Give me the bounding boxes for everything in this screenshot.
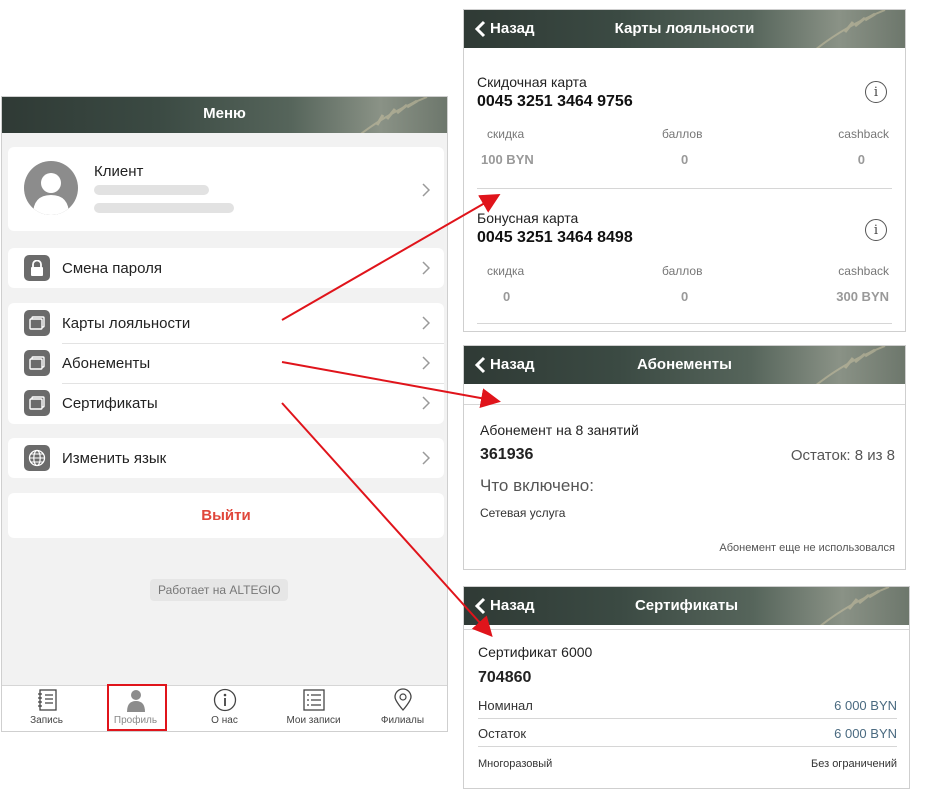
profile-email-blurred — [94, 203, 234, 213]
certificates-label: Сертификаты — [62, 394, 158, 412]
subscription-status: Абонемент еще не использовался — [719, 542, 895, 554]
divider — [477, 323, 892, 324]
subscriptions-screen: Назад Абонементы Абонемент на 8 занятий … — [463, 345, 906, 570]
loyalty-cards-label: Карты лояльности — [62, 314, 191, 332]
loyalty-group: Карты лояльности Абонементы Сертификаты — [8, 303, 444, 424]
info-icon[interactable]: i — [865, 81, 887, 103]
chevron-right-icon — [422, 451, 430, 465]
notebook-icon — [37, 689, 57, 711]
divider — [464, 404, 905, 405]
loyalty-card: Бонусная карта 0045 3251 3464 8498 i ски… — [464, 188, 905, 328]
subscriptions-label: Абонементы — [62, 354, 151, 372]
info-icon — [213, 688, 236, 712]
card-number: 0045 3251 3464 8498 — [477, 229, 633, 246]
profile-phone-blurred — [94, 185, 209, 195]
menu-title: Меню — [203, 105, 246, 122]
change-language-item[interactable]: Изменить язык — [8, 438, 444, 478]
divider — [464, 629, 909, 630]
included-title: Что включено: — [480, 476, 594, 495]
points-label: баллов — [662, 264, 703, 278]
logout-label: Выйти — [201, 507, 251, 524]
points-value: 0 — [681, 152, 689, 167]
tab-my-bookings[interactable]: Мои записи — [269, 686, 358, 731]
user-silhouette-icon — [33, 173, 69, 215]
chevron-right-icon — [422, 396, 430, 410]
discount-value: 100 BYN — [481, 152, 534, 167]
nominal-value: 6 000 BYN — [834, 698, 897, 713]
discount-value: 0 — [503, 289, 511, 304]
chevron-right-icon — [422, 316, 430, 330]
certificate-name: Сертификат 6000 — [478, 644, 593, 660]
certificate-number: 704860 — [478, 669, 532, 686]
certificates-item[interactable]: Сертификаты — [8, 383, 444, 423]
tab-my-bookings-label: Мои записи — [286, 715, 341, 726]
menu-header: Меню — [2, 97, 447, 133]
card-type: Скидочная карта — [477, 74, 587, 90]
certificates-screen: Назад Сертификаты Сертификат 6000 704860… — [463, 586, 910, 789]
loyalty-header: Назад Карты лояльности — [464, 10, 905, 48]
profile-name: Клиент — [94, 163, 144, 180]
bottom-tab-bar: Запись Профиль О нас Мои записи Филиалы — [2, 684, 447, 731]
limit-label: Без ограничений — [811, 758, 897, 770]
points-value: 0 — [681, 289, 689, 304]
tab-branches-label: Филиалы — [380, 715, 425, 726]
reusable-label: Многоразовый — [478, 758, 553, 770]
subscriptions-header: Назад Абонементы — [464, 346, 905, 384]
tab-booking-label: Запись — [30, 715, 63, 726]
discount-label: скидка — [487, 127, 525, 141]
change-language-label: Изменить язык — [62, 449, 167, 467]
balance-value: 6 000 BYN — [834, 726, 897, 741]
change-password-item[interactable]: Смена пароля — [8, 248, 444, 288]
nominal-label: Номинал — [478, 698, 533, 713]
list-icon — [302, 689, 325, 711]
menu-screen: Меню Клиент Смена пароля Карты лояльност… — [1, 96, 448, 732]
certificates-title: Сертификаты — [634, 597, 739, 614]
globe-icon — [24, 445, 50, 471]
subscription-name: Абонемент на 8 занятий — [480, 422, 639, 438]
powered-by-badge: Работает на ALTEGIO — [150, 579, 289, 601]
chevron-right-icon — [422, 356, 430, 370]
lock-icon — [24, 255, 50, 281]
loyalty-card: Скидочная карта 0045 3251 3464 9756 i ск… — [464, 48, 905, 188]
card-icon — [24, 350, 50, 376]
included-service: Сетевая услуга — [480, 506, 566, 520]
subscription-remaining: Остаток: 8 из 8 — [790, 447, 895, 464]
profile-card[interactable]: Клиент — [8, 147, 444, 231]
subscriptions-title: Абонементы — [637, 356, 732, 373]
powered-by-text: Работает на ALTEGIO — [158, 583, 281, 597]
change-password-label: Смена пароля — [62, 259, 162, 277]
cashback-label: cashback — [838, 127, 889, 141]
discount-label: скидка — [487, 264, 525, 278]
card-type: Бонусная карта — [477, 210, 579, 226]
info-icon[interactable]: i — [865, 219, 887, 241]
cashback-value: 0 — [857, 152, 865, 167]
divider — [478, 746, 897, 747]
tab-about[interactable]: О нас — [180, 686, 269, 731]
tab-about-label: О нас — [211, 715, 238, 726]
cashback-value: 300 BYN — [836, 289, 889, 304]
loyalty-title: Карты лояльности — [614, 20, 755, 37]
avatar — [24, 161, 78, 215]
chevron-right-icon — [422, 261, 430, 275]
chevron-right-icon — [422, 183, 430, 197]
logout-button[interactable]: Выйти — [8, 493, 444, 538]
tab-branches[interactable]: Филиалы — [358, 686, 447, 731]
tab-booking[interactable]: Запись — [2, 686, 91, 731]
balance-label: Остаток — [478, 726, 527, 741]
subscription-number: 361936 — [480, 446, 534, 463]
subscriptions-item[interactable]: Абонементы — [8, 343, 444, 383]
loyalty-cards-item[interactable]: Карты лояльности — [8, 303, 444, 343]
card-icon — [24, 310, 50, 336]
certificates-header: Назад Сертификаты — [464, 587, 909, 625]
cashback-label: cashback — [838, 264, 889, 278]
card-icon — [24, 390, 50, 416]
active-tab-highlight — [107, 684, 167, 731]
divider — [478, 718, 897, 719]
points-label: баллов — [662, 127, 703, 141]
loyalty-cards-screen: Назад Карты лояльности Скидочная карта 0… — [463, 9, 906, 332]
card-number: 0045 3251 3464 9756 — [477, 93, 633, 110]
tab-profile[interactable]: Профиль — [91, 684, 180, 731]
map-pin-icon — [393, 688, 412, 711]
